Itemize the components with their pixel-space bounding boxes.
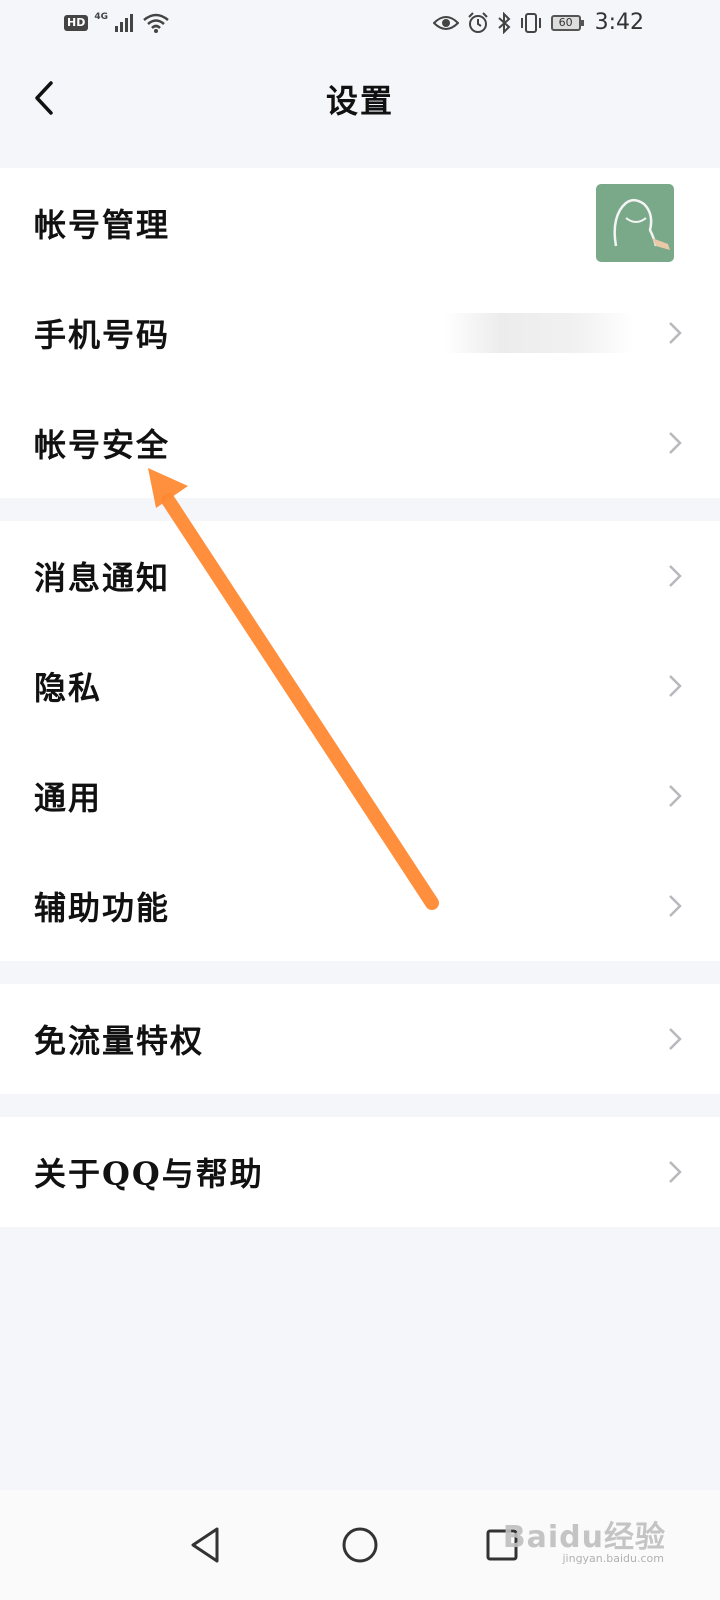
eye-icon bbox=[432, 15, 459, 30]
account-security-label: 帐号安全 bbox=[34, 426, 171, 464]
chevron-right-icon bbox=[669, 322, 682, 344]
navigation-bar: Baidu经验 jingyan.baidu.com bbox=[0, 1490, 720, 1600]
chevron-right-icon bbox=[669, 675, 682, 697]
watermark-url: jingyan.baidu.com bbox=[562, 1552, 664, 1565]
alarm-icon bbox=[467, 11, 488, 33]
about-help-row[interactable]: 关于QQ与帮助 bbox=[0, 1117, 720, 1227]
phone-number-row[interactable]: 手机号码 bbox=[0, 278, 720, 388]
network-type: 4G bbox=[94, 12, 108, 22]
circle-home-icon bbox=[342, 1527, 378, 1563]
account-security-row[interactable]: 帐号安全 bbox=[0, 388, 720, 498]
general-label: 通用 bbox=[34, 779, 103, 817]
chevron-right-icon bbox=[669, 785, 682, 807]
privacy-label: 隐私 bbox=[34, 669, 103, 707]
chevron-right-icon bbox=[669, 1161, 682, 1183]
clock: 3:42 bbox=[594, 10, 644, 35]
free-data-row[interactable]: 免流量特权 bbox=[0, 984, 720, 1094]
battery-icon: 60 bbox=[550, 14, 584, 31]
avatar bbox=[596, 184, 674, 262]
preferences-group: 消息通知 隐私 通用 辅助功能 bbox=[0, 521, 720, 961]
status-right: 60 3:42 bbox=[432, 10, 644, 35]
about-help-label: 关于QQ与帮助 bbox=[34, 1155, 264, 1193]
phone-number-label: 手机号码 bbox=[34, 316, 171, 354]
watermark-brand: Baidu经验 bbox=[502, 1520, 666, 1555]
nav-home-button[interactable] bbox=[325, 1510, 395, 1580]
phone-number-value-blurred bbox=[444, 313, 634, 353]
privacy-row[interactable]: 隐私 bbox=[0, 631, 720, 741]
account-management-row[interactable]: 帐号管理 bbox=[0, 168, 720, 278]
accessibility-label: 辅助功能 bbox=[34, 889, 171, 927]
general-row[interactable]: 通用 bbox=[0, 741, 720, 851]
page-title: 设置 bbox=[325, 82, 394, 120]
triangle-back-icon bbox=[191, 1527, 219, 1563]
account-management-label: 帐号管理 bbox=[34, 206, 171, 244]
bluetooth-icon bbox=[497, 11, 511, 34]
wifi-icon bbox=[143, 13, 169, 33]
status-left: HD 4G bbox=[64, 12, 170, 34]
chevron-right-icon bbox=[669, 895, 682, 917]
chevron-right-icon bbox=[669, 565, 682, 587]
vibrate-icon bbox=[520, 12, 541, 33]
nav-back-button[interactable] bbox=[170, 1510, 240, 1580]
notifications-row[interactable]: 消息通知 bbox=[0, 521, 720, 631]
avatar-silhouette-icon bbox=[613, 198, 670, 250]
notifications-label: 消息通知 bbox=[34, 559, 171, 597]
free-data-group: 免流量特权 bbox=[0, 984, 720, 1094]
chevron-right-icon bbox=[669, 432, 682, 454]
accessibility-row[interactable]: 辅助功能 bbox=[0, 851, 720, 961]
hd-badge: HD bbox=[64, 15, 89, 31]
free-data-label: 免流量特权 bbox=[34, 1022, 205, 1060]
chevron-right-icon bbox=[669, 1028, 682, 1050]
status-bar: HD 4G 60 3:42 bbox=[0, 0, 720, 48]
account-group: 帐号管理 手机号码 帐号安全 bbox=[0, 168, 720, 498]
title-bar: 设置 bbox=[0, 50, 720, 146]
about-group: 关于QQ与帮助 bbox=[0, 1117, 720, 1227]
signal-icon bbox=[115, 14, 133, 32]
